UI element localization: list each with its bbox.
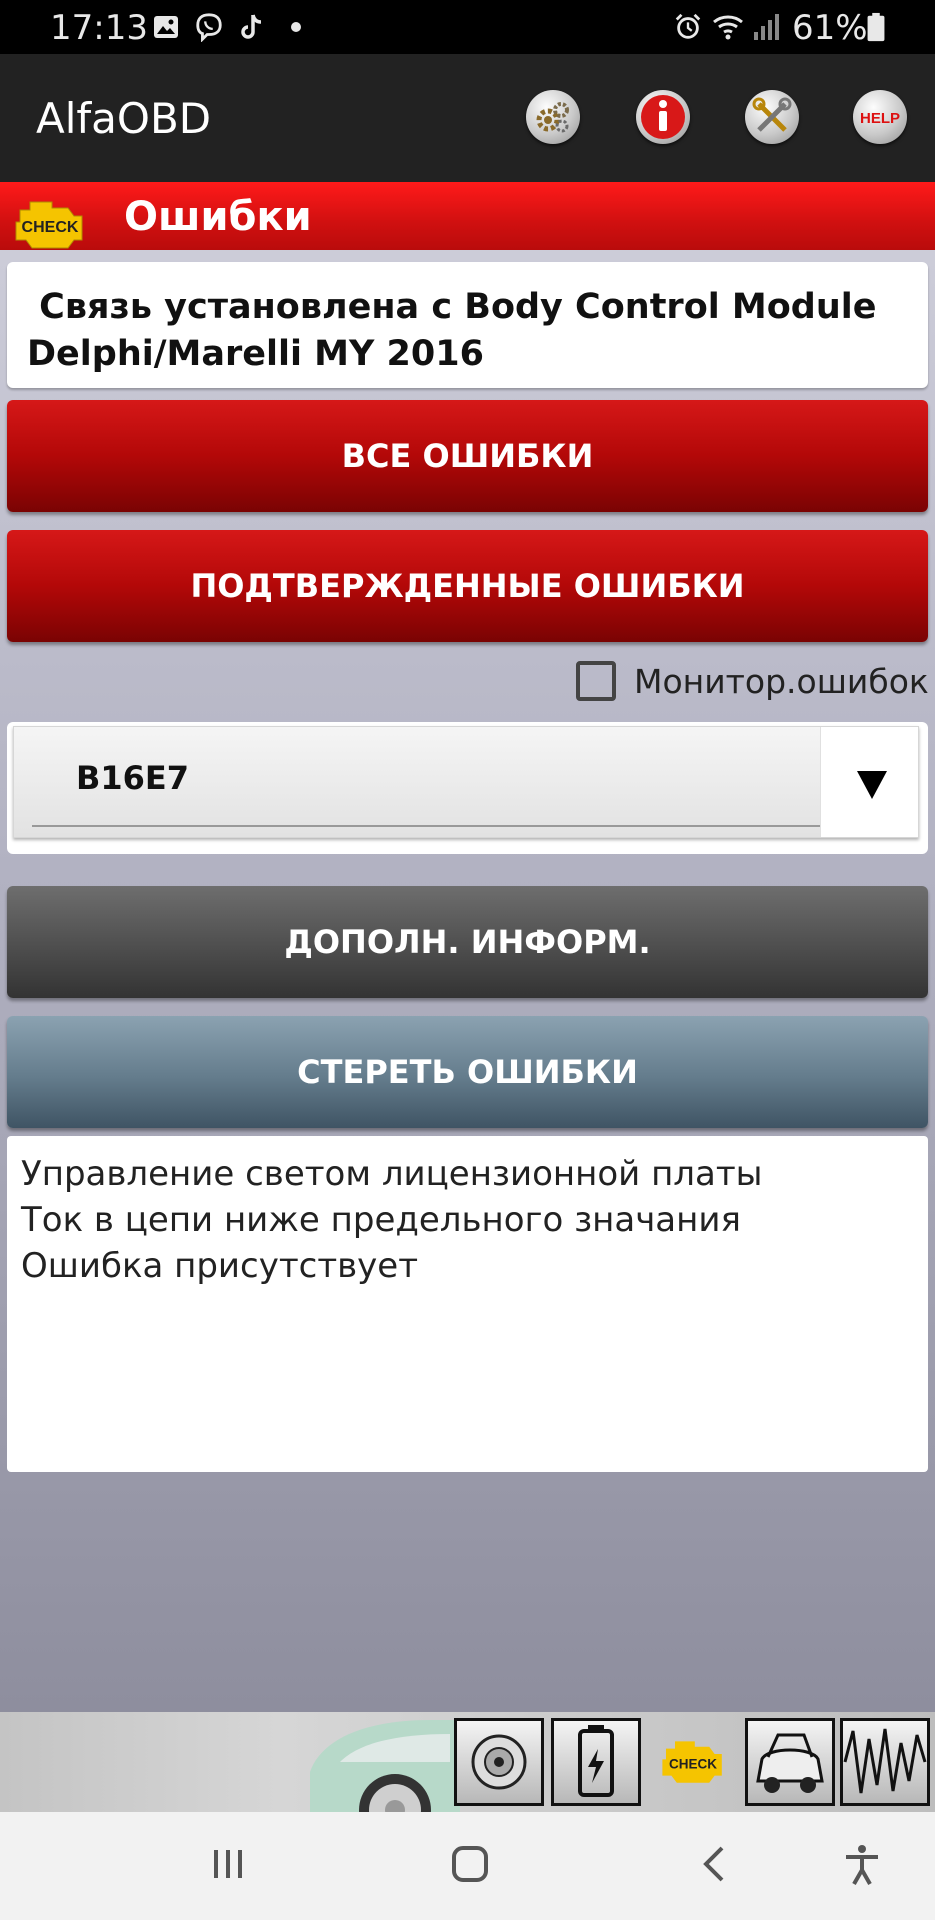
battery-percent: 61% bbox=[792, 8, 868, 48]
status-time: 17:13 bbox=[50, 8, 148, 48]
alarm-icon bbox=[675, 13, 701, 39]
speaker-icon[interactable] bbox=[454, 1718, 544, 1806]
battery-charge-icon[interactable] bbox=[551, 1718, 641, 1806]
app-bar: AlfaOBD HELP bbox=[0, 54, 935, 182]
section-title: Ошибки bbox=[124, 194, 312, 240]
recent-apps-icon[interactable] bbox=[206, 1842, 250, 1886]
connection-line-2: Delphi/Marelli MY 2016 bbox=[27, 334, 484, 374]
settings-gears-icon[interactable] bbox=[526, 90, 580, 144]
car-open-hood-icon[interactable] bbox=[745, 1718, 835, 1806]
help-icon[interactable]: HELP bbox=[853, 90, 907, 144]
status-bar: 17:13 61% bbox=[0, 0, 935, 54]
info-icon[interactable] bbox=[636, 90, 690, 144]
dot-icon bbox=[291, 22, 301, 32]
error-code-selected: B16E7 bbox=[76, 759, 190, 797]
error-code-select-container: B16E7 bbox=[7, 722, 928, 854]
chevron-down-icon bbox=[857, 771, 887, 799]
section-header: CHECK Ошибки bbox=[0, 182, 935, 250]
wifi-icon bbox=[713, 15, 743, 40]
error-monitor-label: Монитор.ошибок bbox=[634, 661, 929, 701]
error-monitor-checkbox[interactable] bbox=[576, 661, 616, 701]
tools-icon[interactable] bbox=[745, 90, 799, 144]
error-monitor-toggle[interactable]: Монитор.ошибок bbox=[576, 660, 929, 702]
content-area: CHECK Ошибки Связь установлена с Body Co… bbox=[0, 182, 935, 1712]
gallery-icon bbox=[154, 16, 178, 38]
connection-line-1: Связь установлена с Body Control Module bbox=[27, 287, 877, 327]
check-badge-label: CHECK bbox=[22, 219, 79, 236]
more-info-button[interactable]: ДОПОЛН. ИНФОРМ. bbox=[7, 886, 928, 998]
confirmed-errors-button[interactable]: ПОДТВЕРЖДЕННЫЕ ОШИБКИ bbox=[7, 530, 928, 642]
oscilloscope-icon[interactable] bbox=[840, 1718, 930, 1806]
banner-check-label: CHECK bbox=[669, 1756, 717, 1771]
battery-icon bbox=[867, 12, 885, 42]
error-description: Управление светом лицензионной платы Ток… bbox=[7, 1136, 928, 1472]
back-icon[interactable] bbox=[694, 1842, 738, 1886]
select-underline bbox=[32, 825, 828, 827]
check-engine-icon: CHECK bbox=[15, 201, 83, 249]
all-errors-button[interactable]: ВСЕ ОШИБКИ bbox=[7, 400, 928, 512]
app-title: AlfaOBD bbox=[36, 94, 212, 143]
error-code-select[interactable]: B16E7 bbox=[13, 726, 919, 838]
description-line-1: Управление светом лицензионной платы bbox=[21, 1154, 763, 1194]
check-engine-banner-icon[interactable]: CHECK bbox=[656, 1736, 730, 1790]
system-nav-bar bbox=[0, 1812, 935, 1920]
clear-errors-button[interactable]: СТЕРЕТЬ ОШИБКИ bbox=[7, 1016, 928, 1128]
tiktok-icon bbox=[241, 14, 262, 39]
bottom-banner: CHECK bbox=[0, 1712, 935, 1812]
description-line-2: Ток в цепи ниже предельного значания bbox=[21, 1200, 741, 1240]
connection-card: Связь установлена с Body Control Module … bbox=[7, 262, 928, 388]
signal-icon bbox=[754, 14, 779, 40]
connection-status: Связь установлена с Body Control Module … bbox=[27, 284, 912, 378]
help-label: HELP bbox=[860, 110, 900, 127]
home-icon[interactable] bbox=[448, 1842, 492, 1886]
car-image bbox=[310, 1720, 460, 1812]
viber-icon bbox=[196, 13, 222, 42]
dropdown-button[interactable] bbox=[820, 727, 918, 837]
accessibility-icon[interactable] bbox=[840, 1842, 884, 1886]
description-line-3: Ошибка присутствует bbox=[21, 1246, 419, 1286]
